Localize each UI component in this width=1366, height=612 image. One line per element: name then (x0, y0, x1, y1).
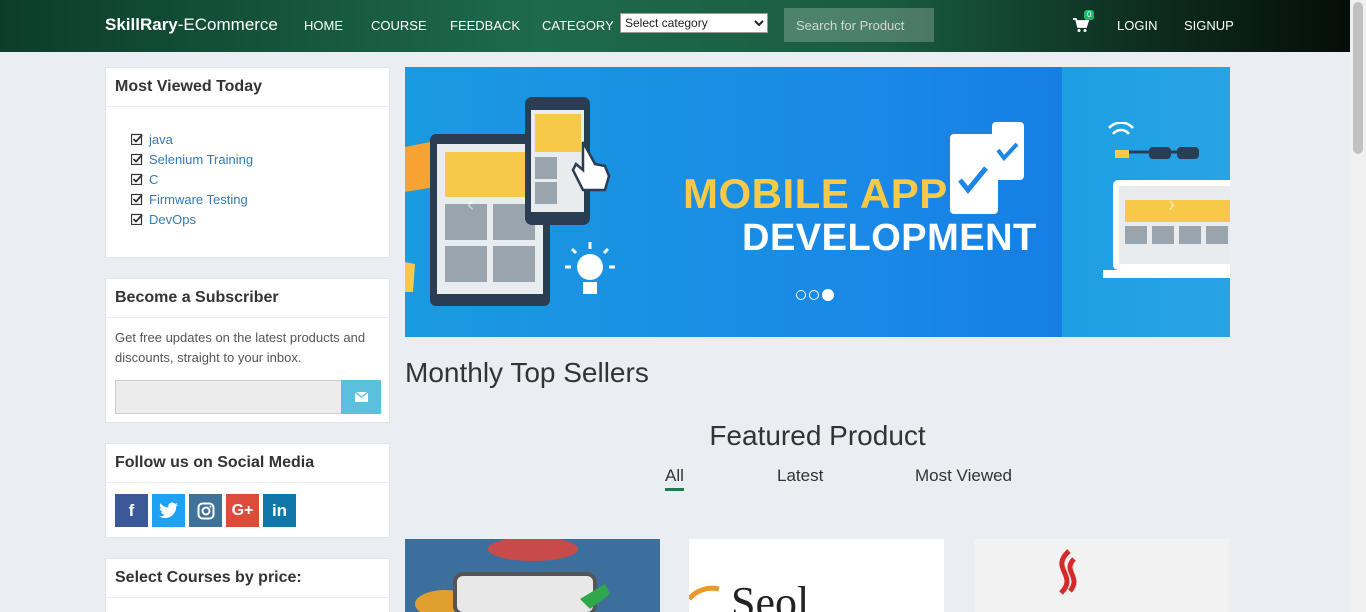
twitter-icon[interactable] (152, 494, 185, 527)
most-viewed-panel: Most Viewed Today java Selenium Training… (105, 67, 390, 258)
google-plus-icon[interactable]: G+ (226, 494, 259, 527)
instagram-icon[interactable] (189, 494, 222, 527)
nav-category[interactable]: CATEGORY (542, 18, 614, 33)
subscribe-email-input[interactable] (115, 380, 341, 414)
facebook-icon[interactable]: f (115, 494, 148, 527)
banner-title-line1: MOBILE APP (683, 170, 948, 217)
brand-logo[interactable]: SkillRary-ECommerce (105, 15, 278, 35)
product-card[interactable] (405, 539, 660, 612)
tab-all[interactable]: All (665, 466, 684, 491)
nav-home[interactable]: HOME (304, 18, 343, 33)
cart-count-badge: 0 (1084, 10, 1095, 20)
price-filter-title: Select Courses by price: (106, 559, 389, 598)
checkbox-checked-icon (131, 213, 143, 225)
mobile-devices-illustration (405, 97, 615, 306)
subscriber-title: Become a Subscriber (106, 279, 389, 318)
laptop-illustration (1103, 122, 1230, 278)
most-viewed-link-java[interactable]: java (149, 132, 173, 147)
most-viewed-link-selenium[interactable]: Selenium Training (149, 152, 253, 167)
most-viewed-title: Most Viewed Today (106, 68, 389, 107)
brand-name: SkillRary (105, 15, 178, 34)
tab-latest[interactable]: Latest (777, 466, 823, 486)
category-select[interactable]: Select category (620, 13, 768, 33)
carousel-prev-arrow[interactable]: ‹ (467, 191, 474, 217)
checkbox-checked-icon (131, 153, 143, 165)
most-viewed-link-devops[interactable]: DevOps (149, 212, 196, 227)
most-viewed-list: java Selenium Training C Firmware Testin… (106, 107, 389, 229)
featured-product-heading: Featured Product (709, 420, 926, 451)
product-card[interactable] (974, 539, 1229, 612)
carousel-dot-2[interactable] (809, 290, 819, 300)
checkbox-checked-icon (131, 173, 143, 185)
carousel-dot-3[interactable] (822, 289, 834, 301)
scrollbar-thumb[interactable] (1353, 2, 1363, 154)
hero-carousel: MOBILE APP DEVELOPMENT ‹ › (405, 67, 1230, 337)
search-input[interactable] (784, 8, 934, 42)
product-image-3 (974, 539, 1229, 612)
list-item: C (131, 169, 389, 189)
phone-check-icon (950, 122, 1024, 214)
nav-course[interactable]: COURSE (371, 18, 427, 33)
list-item: java (131, 129, 389, 149)
social-title: Follow us on Social Media (106, 444, 389, 483)
carousel-indicators (796, 289, 834, 301)
carousel-next-arrow[interactable]: › (1168, 191, 1175, 217)
envelope-icon (354, 392, 368, 402)
subscriber-panel: Become a Subscriber Get free updates on … (105, 278, 390, 423)
login-link[interactable]: LOGIN (1117, 18, 1157, 33)
checkbox-checked-icon (131, 133, 143, 145)
monthly-top-sellers-heading: Monthly Top Sellers (405, 357, 649, 388)
social-icons: f G+ in (115, 494, 296, 527)
checkbox-checked-icon (131, 193, 143, 205)
brand-suffix: -ECommerce (177, 15, 278, 34)
subscribe-button[interactable] (341, 380, 381, 414)
next-slide-preview (1062, 67, 1230, 337)
social-panel: Follow us on Social Media f G+ in (105, 443, 390, 538)
carousel-dot-1[interactable] (796, 290, 806, 300)
price-filter-panel: Select Courses by price: (105, 558, 390, 612)
nav-feedback[interactable]: FEEDBACK (450, 18, 520, 33)
tab-most-viewed[interactable]: Most Viewed (915, 466, 1012, 486)
list-item: Firmware Testing (131, 189, 389, 209)
product-card[interactable]: Seol (689, 539, 944, 612)
signup-link[interactable]: SIGNUP (1184, 18, 1234, 33)
banner-title-line2: DEVELOPMENT (742, 217, 1037, 259)
list-item: Selenium Training (131, 149, 389, 169)
product-image-1 (405, 539, 660, 612)
linkedin-icon[interactable]: in (263, 494, 296, 527)
most-viewed-link-c[interactable]: C (149, 172, 158, 187)
product-image-2: Seol (689, 539, 944, 612)
top-navbar: SkillRary-ECommerce HOME COURSE FEEDBACK… (0, 0, 1350, 52)
list-item: DevOps (131, 209, 389, 229)
most-viewed-link-firmware[interactable]: Firmware Testing (149, 192, 248, 207)
svg-text:Seol: Seol (731, 578, 809, 612)
subscriber-description: Get free updates on the latest products … (115, 330, 366, 365)
